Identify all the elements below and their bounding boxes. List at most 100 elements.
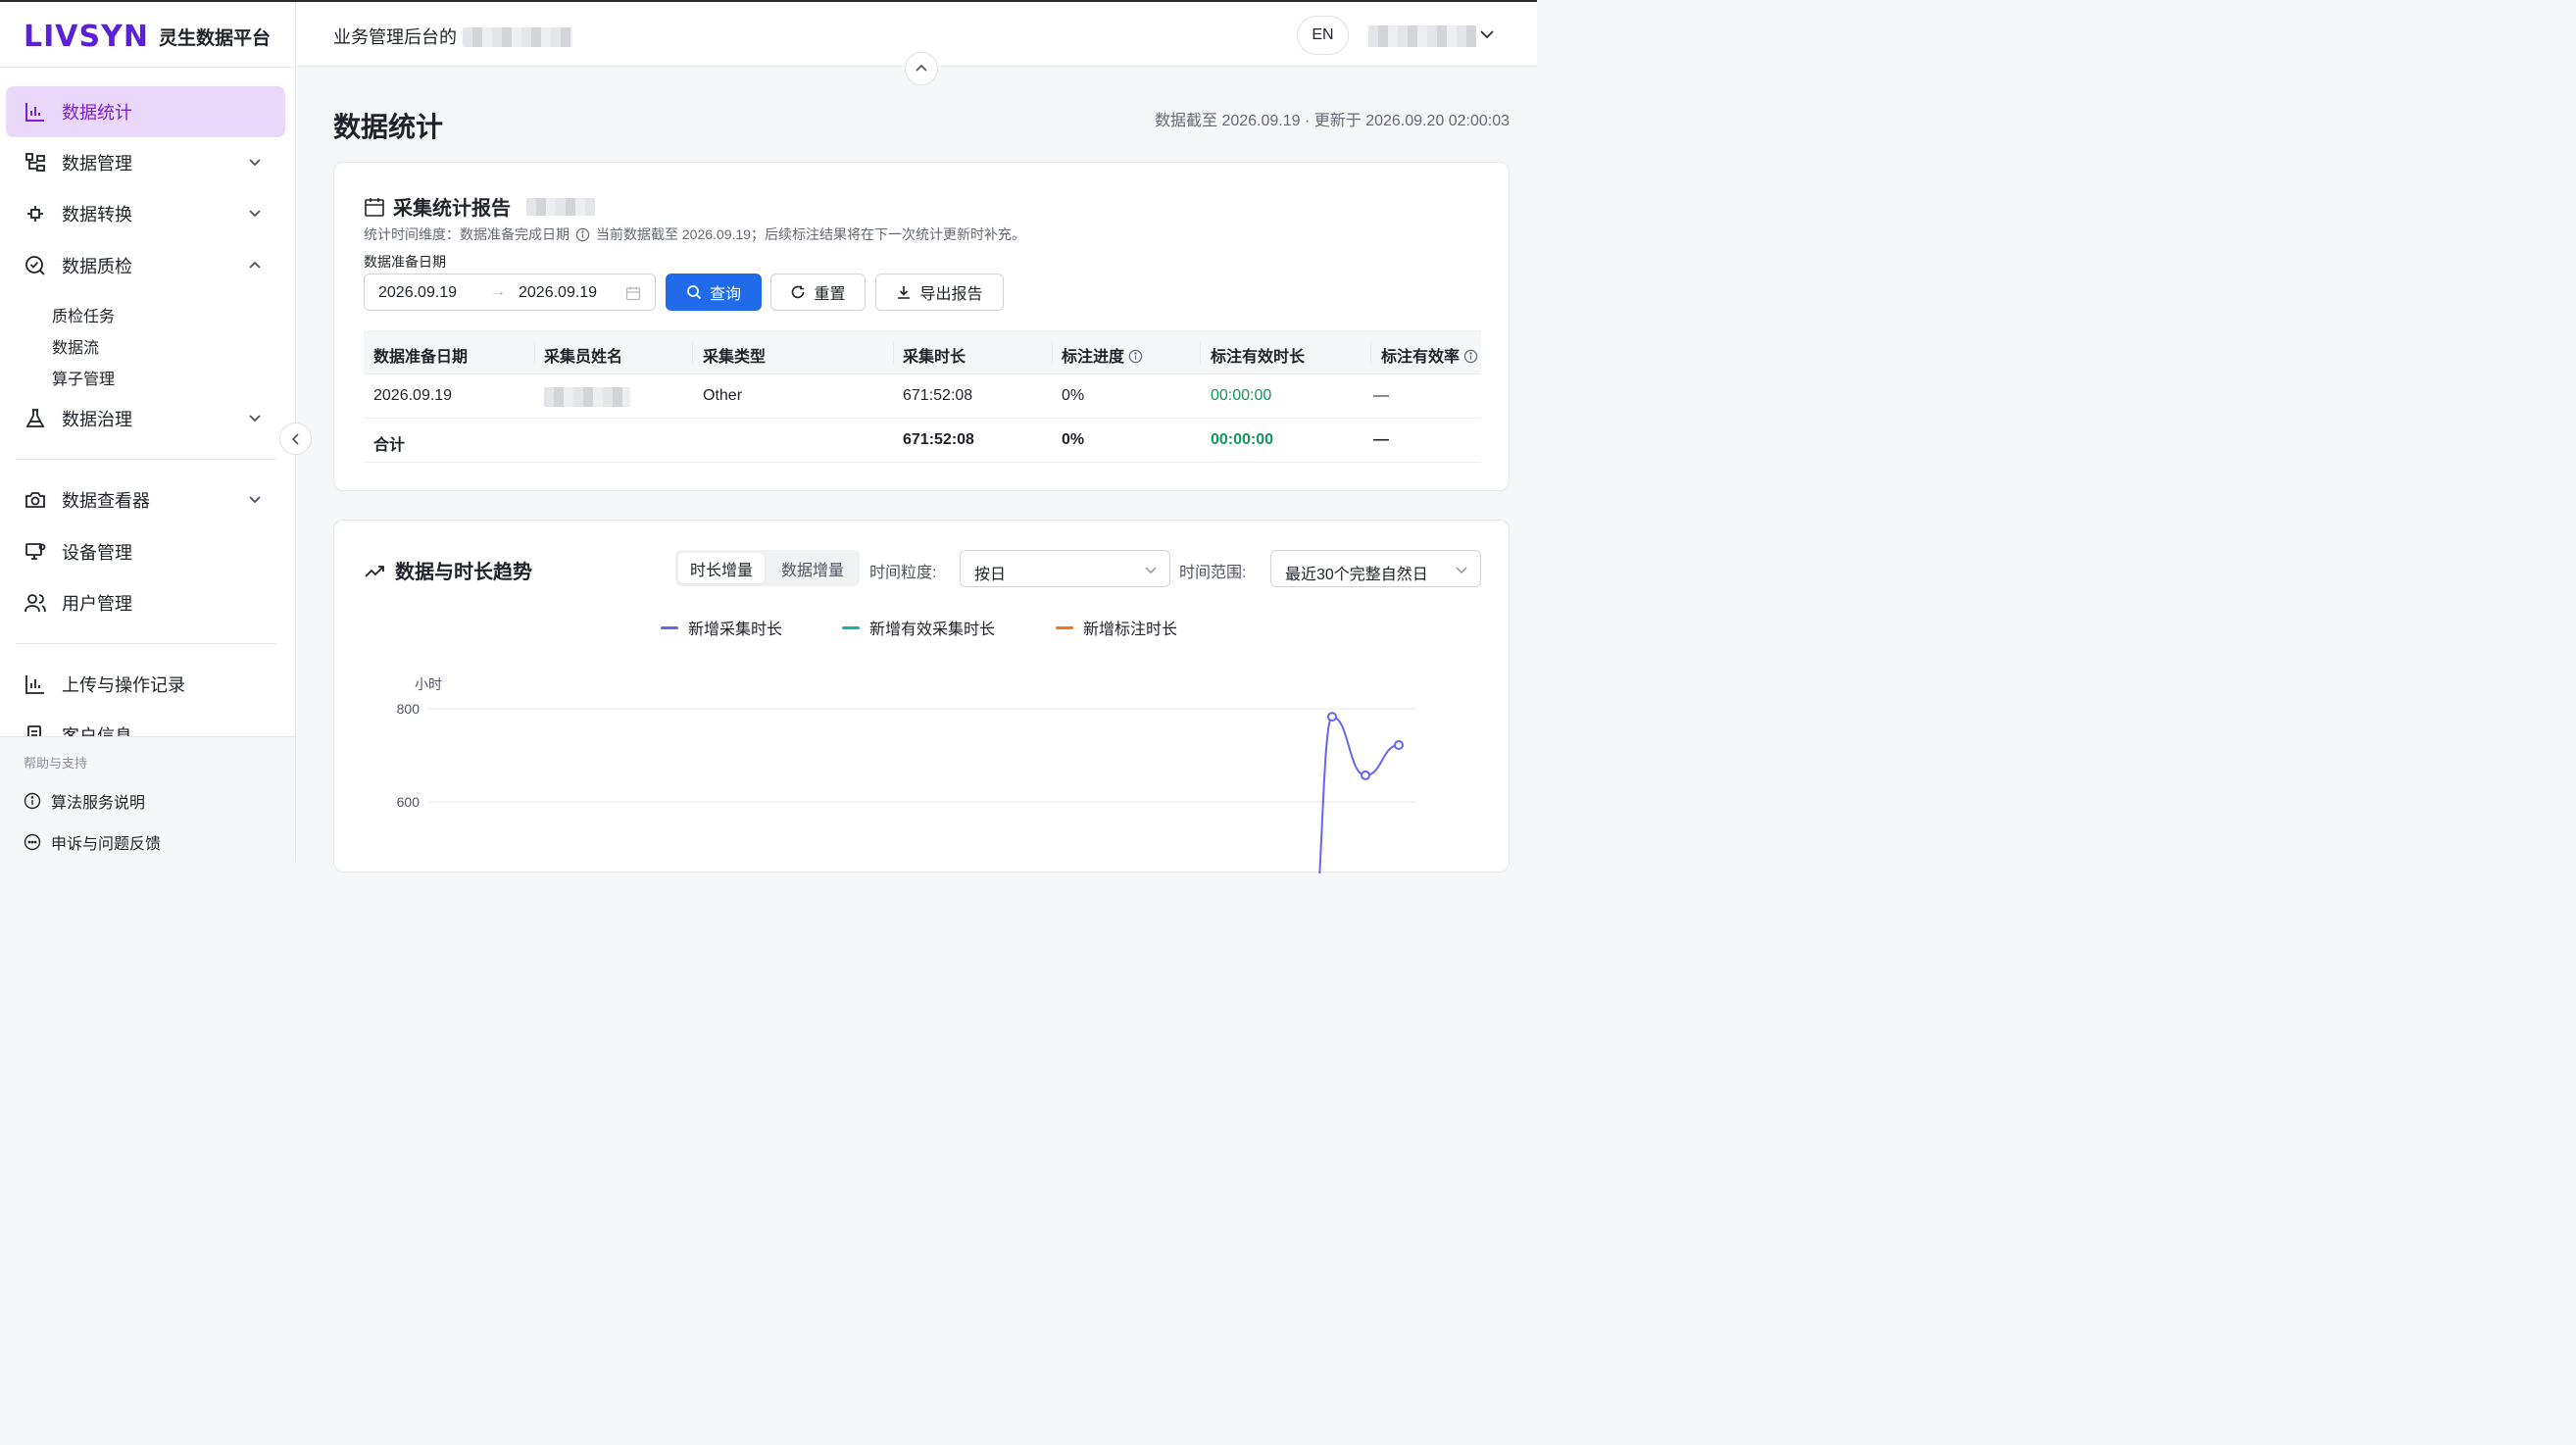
download-icon <box>898 286 911 299</box>
calendar-icon <box>365 197 384 217</box>
sidebar-item-label: 数据统计 <box>62 103 132 123</box>
sidebar-item-data-governance[interactable]: 数据治理 <box>6 393 285 444</box>
table-header-cell: 采集类型 <box>703 349 767 366</box>
segment-duration-increment[interactable]: 时长增量 <box>678 553 765 583</box>
sidebar-divider <box>16 643 276 644</box>
table-header-text: 标注进度 <box>1062 349 1125 366</box>
legend-item-valid-collection[interactable]: 新增有效采集时长 <box>842 616 995 639</box>
series-line-collection <box>1318 716 1400 873</box>
sidebar-item-label: 数据管理 <box>62 154 132 174</box>
data-point[interactable] <box>1361 770 1370 780</box>
redacted-collector-name <box>544 387 630 407</box>
y-axis-unit: 小时 <box>415 676 442 692</box>
segment-data-increment[interactable]: 数据增量 <box>768 553 857 583</box>
chevron-down-icon <box>249 496 261 504</box>
report-table: 数据准备日期 采集员姓名 采集类型 采集时长 标注进度 标注有效时长 标注有效率… <box>364 330 1481 463</box>
sidebar-item-quality-check[interactable]: 数据质检 <box>6 240 285 291</box>
help-item-algorithm[interactable]: 算法服务说明 <box>24 789 145 813</box>
sidebar-item-data-management[interactable]: 数据管理 <box>6 137 285 188</box>
cell-collector-name <box>544 387 630 412</box>
sidebar-item-data-viewer[interactable]: 数据查看器 <box>6 474 285 525</box>
legend-item-collection[interactable]: 新增采集时长 <box>661 616 782 639</box>
info-icon <box>24 792 41 810</box>
chevron-down-icon[interactable] <box>1479 26 1495 42</box>
page-update-meta: 数据截至 2026.09.19 · 更新于 2026.09.20 02:00:0… <box>1155 113 1510 129</box>
reset-button[interactable]: 重置 <box>770 274 866 311</box>
table-total-row: 合计 671:52:08 0% 00:00:00 — <box>364 419 1481 463</box>
chevron-left-icon <box>291 432 299 445</box>
header-collapse-button[interactable] <box>905 52 938 85</box>
table-header-cell: 标注有效时长 <box>1211 349 1306 366</box>
chevron-down-icon <box>249 210 261 218</box>
column-divider <box>1370 342 1371 364</box>
column-divider <box>893 342 894 364</box>
info-icon[interactable] <box>575 227 590 242</box>
info-icon[interactable] <box>1128 349 1143 364</box>
date-range-picker[interactable]: 2026.09.19 → 2026.09.19 <box>364 274 656 311</box>
reload-icon <box>792 285 805 299</box>
date-end[interactable]: 2026.09.19 <box>519 284 597 302</box>
query-button[interactable]: 查询 <box>666 274 762 311</box>
sidebar-subitem-operators[interactable]: 算子管理 <box>52 366 115 389</box>
sidebar-item-device-management[interactable]: 设备管理 <box>6 526 285 577</box>
trend-up-icon <box>365 565 384 577</box>
cell-total-rate: — <box>1373 431 1389 448</box>
language-switch-button[interactable]: EN <box>1297 16 1349 55</box>
legend-item-annotation[interactable]: 新增标注时长 <box>1056 616 1177 639</box>
trend-line-chart: 小时 800 600 <box>397 676 1416 873</box>
metric-segmented-control: 时长增量 数据增量 <box>675 550 860 586</box>
sidebar-item-stats[interactable]: 数据统计 <box>6 86 285 137</box>
table-header-text: 标注有效率 <box>1381 349 1461 366</box>
time-range-value: 最近30个完整自然日 <box>1285 567 1428 583</box>
date-start[interactable]: 2026.09.19 <box>378 284 457 302</box>
help-item-label: 申诉与问题反馈 <box>51 836 162 853</box>
chevron-down-icon <box>1456 567 1467 573</box>
granularity-select[interactable]: 按日 <box>960 550 1170 587</box>
redacted-user-name[interactable] <box>1368 25 1476 47</box>
data-point[interactable] <box>1327 712 1337 722</box>
trend-title: 数据与时长趋势 <box>364 556 532 584</box>
chat-icon <box>24 833 41 851</box>
legend-swatch <box>842 625 860 629</box>
info-icon[interactable] <box>1463 349 1478 364</box>
logo-wordmark: LIVSYN <box>24 20 149 54</box>
cell-total-duration: 671:52:08 <box>903 431 974 448</box>
legend-label: 新增有效采集时长 <box>869 622 996 638</box>
sidebar-item-upload-records[interactable]: 上传与操作记录 <box>6 659 285 710</box>
chevron-down-icon <box>249 415 261 423</box>
granularity-label: 时间粒度: <box>869 565 937 581</box>
granularity-value: 按日 <box>974 567 1007 583</box>
sidebar-subitem-qc-tasks[interactable]: 质检任务 <box>52 303 115 326</box>
chevron-down-icon <box>1145 567 1157 573</box>
range-label: 时间范围: <box>1179 565 1247 581</box>
device-icon <box>25 543 46 560</box>
y-tick-label: 600 <box>397 794 421 810</box>
sidebar-collapse-button[interactable] <box>279 423 312 455</box>
legend-swatch <box>661 625 678 629</box>
report-desc-suffix: 当前数据截至 2026.09.19；后续标注结果将在下一次统计更新时补充。 <box>596 226 1025 242</box>
help-item-feedback[interactable]: 申诉与问题反馈 <box>24 830 161 854</box>
sidebar-item-data-conversion[interactable]: 数据转换 <box>6 188 285 239</box>
brand-logo[interactable]: LIVSYN 灵生数据平台 <box>24 20 271 54</box>
date-field-label: 数据准备日期 <box>364 254 446 270</box>
help-title: 帮助与支持 <box>24 756 88 771</box>
export-button-label: 导出报告 <box>919 286 983 303</box>
sidebar-item-label: 上传与操作记录 <box>62 675 185 695</box>
export-report-button[interactable]: 导出报告 <box>875 274 1004 311</box>
legend-label: 新增采集时长 <box>688 622 783 638</box>
column-divider <box>534 342 535 364</box>
chip-icon <box>27 206 43 222</box>
sidebar-item-user-management[interactable]: 用户管理 <box>6 577 285 628</box>
data-point[interactable] <box>1394 740 1404 751</box>
report-desc-prefix: 统计时间维度：数据准备完成日期 <box>364 226 570 242</box>
cell-progress: 0% <box>1062 387 1085 404</box>
time-range-select[interactable]: 最近30个完整自然日 <box>1270 550 1481 587</box>
page-title: 数据统计 <box>333 112 444 142</box>
sidebar-subitem-dataflow[interactable]: 数据流 <box>52 334 99 358</box>
header-title-text: 业务管理后台的 <box>333 27 457 47</box>
table-header-cell: 标注进度 <box>1062 343 1143 367</box>
cell-total-progress: 0% <box>1062 431 1085 448</box>
calendar-icon <box>625 286 641 301</box>
report-title-text: 采集统计报告 <box>393 198 511 220</box>
table-header-cell: 标注有效率 <box>1381 343 1478 367</box>
